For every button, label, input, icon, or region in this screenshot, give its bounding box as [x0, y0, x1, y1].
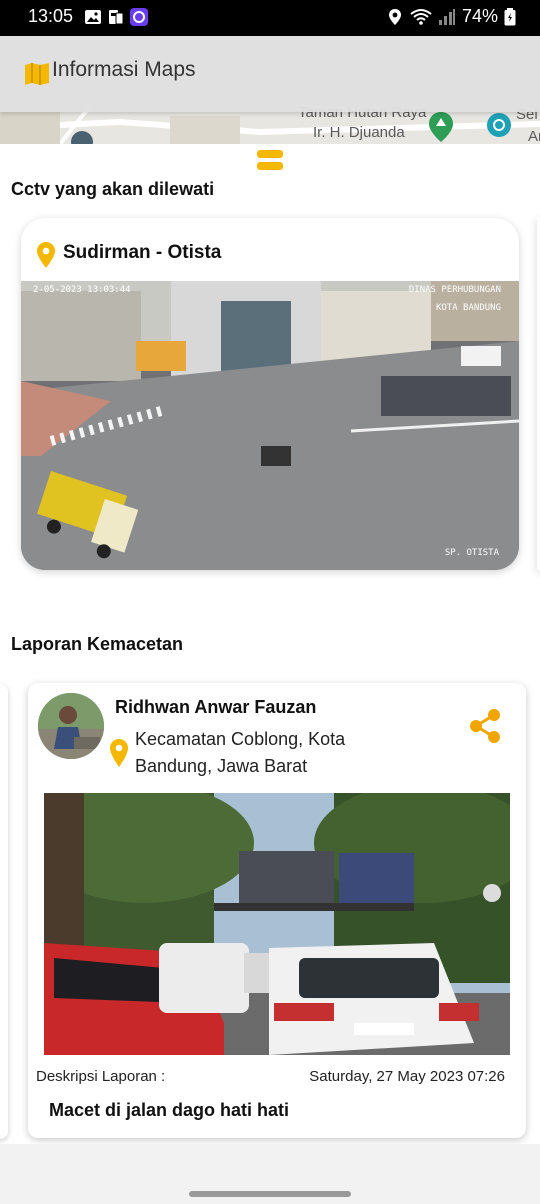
status-bar: 13:05 74% [0, 0, 540, 36]
map-view[interactable]: Taman Hutan Raya Ir. H. Djuanda Sel Art … [0, 36, 540, 144]
battery-icon [504, 7, 516, 25]
signal-icon [438, 8, 455, 25]
app-title: Informasi Maps [52, 58, 196, 81]
traffic-scene [44, 793, 510, 1055]
app-notification-icon [130, 8, 148, 26]
cctv-overlay-timestamp: 2-05-2023 13:03:44 [33, 285, 131, 295]
museum-pin-icon [487, 113, 511, 137]
cctv-name: Sudirman - Otista [63, 242, 222, 263]
home-gesture-handle[interactable] [189, 1191, 351, 1197]
drag-handle[interactable] [257, 150, 283, 170]
battery-percent: 74% [461, 6, 498, 26]
report-card[interactable]: Ridhwan Anwar Fauzan Kecamatan Coblong, … [28, 683, 526, 1138]
cctv-overlay-city: KOTA BANDUNG [435, 303, 501, 313]
cctv-overlay-dept: DINAS PERHUBUNGAN [408, 285, 501, 295]
reports-section-title: Laporan Kemacetan [11, 634, 184, 654]
status-icons-right: 74% [386, 6, 516, 27]
screen: 13:05 74% Taman Hutan Raya Ir. H. Djuand… [0, 0, 540, 1204]
navigation-bar [0, 1174, 540, 1204]
report-description: Macet di jalan dago hati hati [49, 1100, 290, 1120]
share-icon[interactable] [468, 708, 502, 744]
app-bar: Informasi Maps [0, 36, 540, 112]
gallery-icon [85, 10, 101, 24]
status-icons-left [84, 8, 148, 26]
description-label: Deskripsi Laporan : [36, 1068, 166, 1085]
location-pin-icon [37, 242, 55, 268]
prev-report-card-peek[interactable] [0, 684, 8, 1139]
map-label-park-line2: Ir. H. Djuanda [313, 124, 405, 141]
report-date: Saturday, 27 May 2023 07:26 [309, 1068, 505, 1085]
park-pin-icon [429, 112, 453, 142]
reporter-name: Ridhwan Anwar Fauzan [115, 697, 317, 717]
report-location: Kecamatan Coblong, Kota Bandung, Jawa Ba… [135, 729, 346, 776]
map-marker-icon [71, 131, 93, 144]
map-icon [25, 63, 49, 85]
bottom-sheet: Cctv yang akan dilewati Sudirman - Otist… [0, 144, 540, 1144]
avatar [38, 693, 104, 759]
status-time: 13:05 [28, 6, 74, 26]
report-photo[interactable] [44, 793, 510, 1055]
wifi-icon [410, 8, 432, 25]
cctv-scene [21, 281, 519, 570]
cctv-camera-image[interactable]: 2-05-2023 13:03:44 DINAS PERHUBUNGAN KOT… [21, 281, 519, 570]
location-icon [388, 8, 401, 25]
cctv-section-title: Cctv yang akan dilewati [11, 179, 215, 199]
cctv-overlay-location: SP. OTISTA [444, 548, 499, 558]
sim-icon [109, 10, 124, 25]
location-pin-icon [110, 739, 128, 767]
cctv-card[interactable]: Sudirman - Otista 2-05-2023 13:03:44 DIN… [21, 218, 519, 570]
map-label-art: Art [528, 128, 540, 144]
